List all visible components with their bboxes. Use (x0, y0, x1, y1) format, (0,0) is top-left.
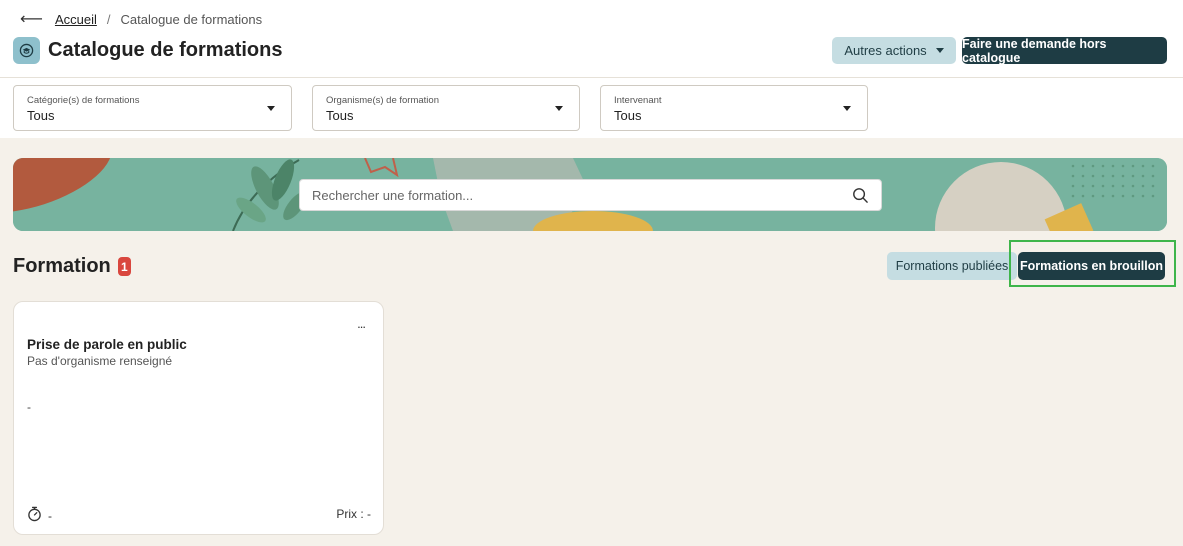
section-header: Formation 1 (13, 255, 131, 278)
page-header: Catalogue de formations (13, 37, 282, 64)
draft-trainings-tab[interactable]: Formations en brouillon (1018, 252, 1165, 280)
training-title: Prise de parole en public (27, 337, 187, 352)
breadcrumb-home-link[interactable]: Accueil (55, 12, 97, 27)
breadcrumb: ⟵ Accueil / Catalogue de formations (20, 9, 262, 29)
arrow-left-icon[interactable]: ⟵ (20, 9, 43, 29)
count-badge: 1 (117, 257, 131, 276)
caret-down-icon (267, 106, 275, 111)
caret-down-icon (555, 106, 563, 111)
organization-filter-select[interactable]: Organisme(s) de formation Tous (312, 85, 580, 131)
published-trainings-tab[interactable]: Formations publiées (887, 252, 1017, 280)
breadcrumb-separator: / (106, 11, 111, 27)
graduation-cap-icon (13, 37, 40, 64)
training-duration: - (27, 506, 52, 525)
category-filter-value: Tous (27, 108, 55, 123)
off-catalogue-request-button[interactable]: Faire une demande hors catalogue (962, 37, 1167, 65)
top-bar: ⟵ Accueil / Catalogue de formations Cata… (0, 0, 1183, 78)
stopwatch-icon (27, 506, 42, 525)
breadcrumb-current: Catalogue de formations (120, 11, 263, 27)
filter-bar: Catégorie(s) de formations Tous Organism… (0, 78, 1183, 138)
other-actions-button[interactable]: Autres actions (832, 37, 956, 64)
category-filter-label: Catégorie(s) de formations (27, 95, 140, 106)
search-box (299, 179, 882, 211)
training-card[interactable]: ... Prise de parole en public Pas d'orga… (13, 301, 384, 535)
category-filter-select[interactable]: Catégorie(s) de formations Tous (13, 85, 292, 131)
speaker-filter-select[interactable]: Intervenant Tous (600, 85, 868, 131)
organization-filter-value: Tous (326, 108, 354, 123)
more-options-icon[interactable]: ... (357, 316, 366, 331)
other-actions-label: Autres actions (844, 43, 927, 58)
section-title: Formation (13, 255, 111, 277)
training-duration-value: - (48, 508, 52, 523)
training-description: - (27, 400, 31, 414)
speaker-filter-label: Intervenant (614, 95, 662, 106)
organization-filter-label: Organisme(s) de formation (326, 95, 439, 106)
search-icon[interactable] (852, 187, 869, 209)
search-input[interactable] (300, 180, 840, 210)
training-organization: Pas d'organisme renseigné (27, 354, 173, 368)
page-title: Catalogue de formations (48, 39, 283, 61)
speaker-filter-value: Tous (614, 108, 642, 123)
caret-down-icon (935, 48, 944, 53)
caret-down-icon (843, 106, 851, 111)
training-price: Prix : - (336, 507, 371, 521)
